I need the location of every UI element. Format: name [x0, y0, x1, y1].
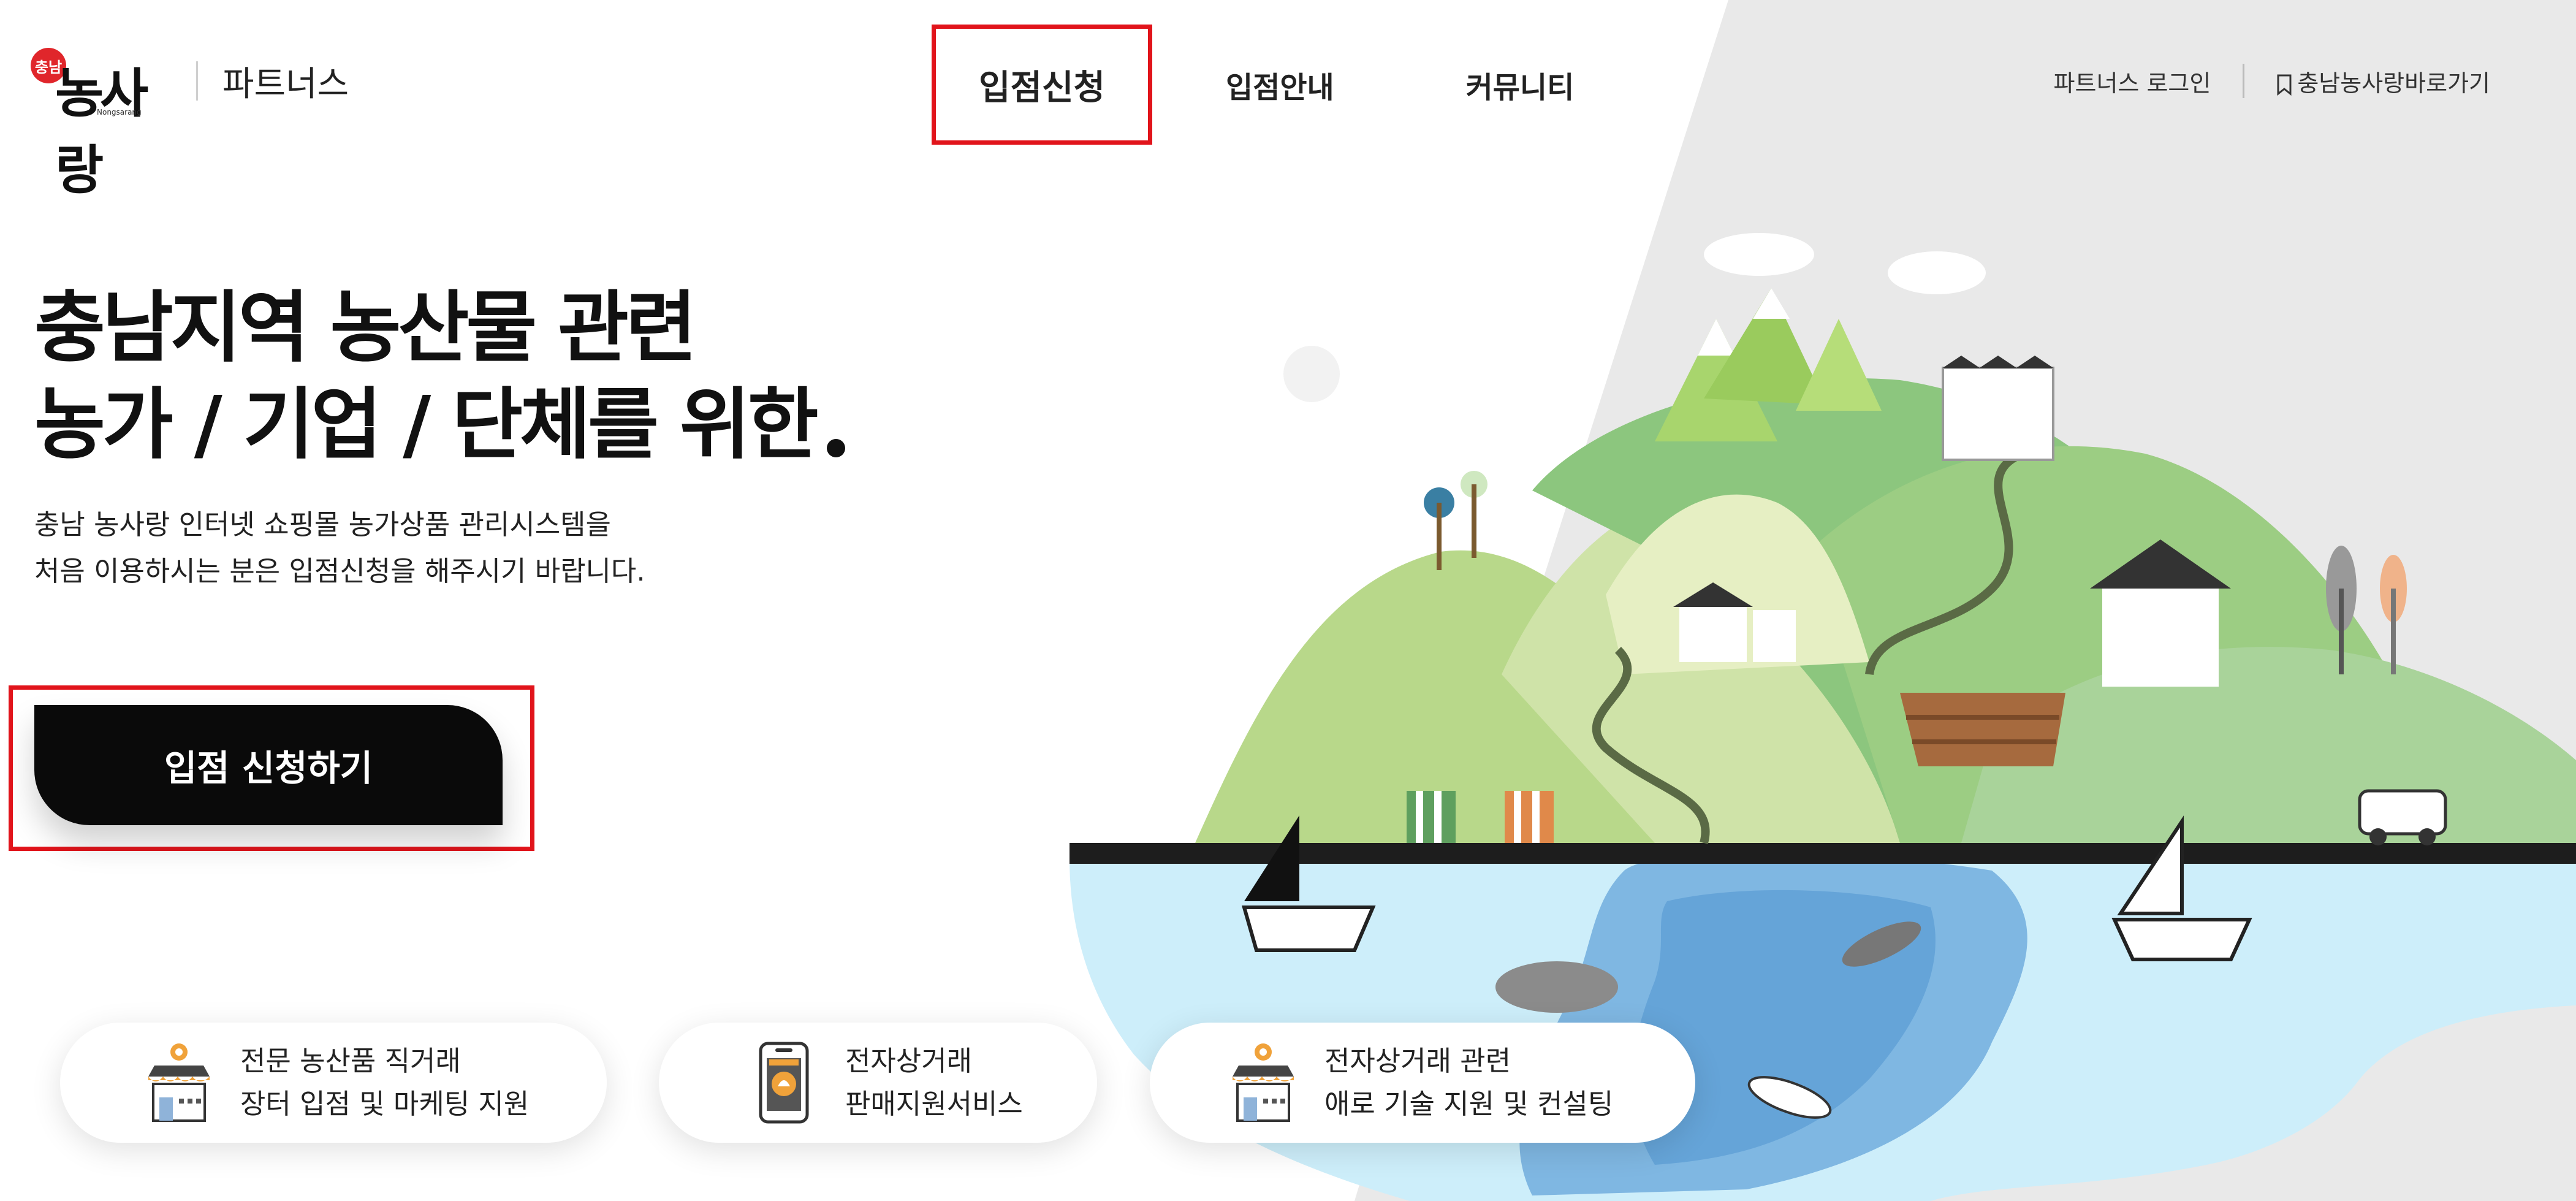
hero-description-line1: 충남 농사랑 인터넷 쇼핑몰 농가상품 관리시스템을	[34, 508, 611, 541]
util-divider	[2243, 64, 2245, 98]
logo-subtext: Nongsarang	[97, 108, 142, 116]
feature-card-consulting: 전자상거래 관련 애로 기술 지원 및 컨설팅	[1150, 1023, 1695, 1143]
feature-card-direct-market: 전문 농산품 직거래 장터 입점 및 마케팅 지원	[60, 1023, 607, 1143]
hero-description-line2: 처음 이용하시는 분은 입점신청을 해주시기 바랍니다.	[34, 555, 645, 587]
feature-text: 전문 농산품 직거래 장터 입점 및 마케팅 지원	[240, 1040, 529, 1126]
nav-guide[interactable]: 입점안내	[1195, 25, 1365, 145]
apply-button[interactable]: 입점 신청하기	[34, 705, 503, 825]
logo-divider	[196, 61, 198, 101]
site-logo[interactable]: 충남 농사랑 Nongsarang 파트너스	[31, 44, 349, 201]
feature-text: 전자상거래 관련 애로 기술 지원 및 컨설팅	[1324, 1040, 1613, 1126]
shortcut-label: 충남농사랑바로가기	[2297, 69, 2490, 97]
hero-description: 충남 농사랑 인터넷 쇼핑몰 농가상품 관리시스템을 처음 이용하시는 분은 입…	[34, 501, 645, 595]
feature-line2: 판매지원서비스	[845, 1088, 1023, 1120]
nav-community[interactable]: 커뮤니티	[1435, 25, 1605, 145]
mobile-shop-icon	[759, 1042, 809, 1124]
utility-links: 파트너스 로그인 충남농사랑바로가기	[2054, 64, 2490, 98]
hero-headline-line2: 농가 / 기업 / 단체를 위한	[34, 379, 819, 470]
bookmark-icon	[2277, 74, 2292, 96]
shortcut-link[interactable]: 충남농사랑바로가기	[2276, 64, 2490, 98]
main-nav: 입점신청 입점안내 커뮤니티	[932, 25, 1605, 145]
feature-line1: 전문 농산품 직거래	[240, 1045, 461, 1077]
hero-background	[1070, 0, 2576, 1201]
hero-headline-line1: 충남지역 농산물 관련	[34, 283, 697, 373]
feature-line1: 전자상거래	[845, 1045, 973, 1077]
market-stall-icon	[1233, 1043, 1294, 1122]
market-stall-icon	[148, 1043, 210, 1122]
headline-dot	[826, 439, 845, 457]
partners-login-link[interactable]: 파트너스 로그인	[2054, 64, 2211, 98]
nav-apply[interactable]: 입점신청	[932, 25, 1152, 145]
feature-line2: 애로 기술 지원 및 컨설팅	[1324, 1088, 1614, 1120]
feature-text: 전자상거래 판매지원서비스	[845, 1040, 1023, 1126]
feature-line2: 장터 입점 및 마케팅 지원	[240, 1088, 530, 1120]
feature-line1: 전자상거래 관련	[1324, 1045, 1511, 1077]
logo-partners-label: 파트너스	[222, 64, 349, 104]
logo-text: 농사랑	[55, 63, 148, 201]
logo-mark: 충남 농사랑 Nongsarang	[31, 44, 172, 201]
feature-card-ecommerce: 전자상거래 판매지원서비스	[659, 1023, 1097, 1143]
hero-headline: 충남지역 농산물 관련 농가 / 기업 / 단체를 위한	[34, 280, 845, 473]
